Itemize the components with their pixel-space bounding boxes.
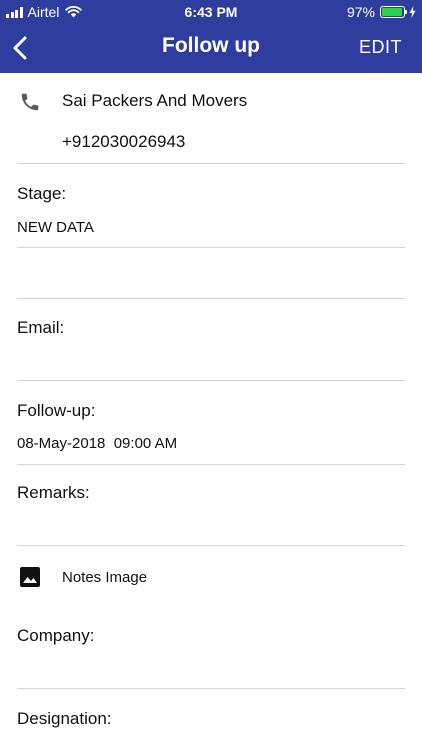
battery-icon	[380, 6, 407, 18]
image-icon[interactable]	[19, 566, 41, 588]
charging-bolt-icon	[409, 6, 416, 18]
stage-label: Stage:	[17, 184, 67, 203]
divider	[17, 380, 405, 381]
designation-label: Designation:	[17, 709, 112, 728]
status-right: 97%	[347, 4, 416, 20]
app-header: Airtel 6:43 PM 97% Follow up EDIT	[0, 0, 422, 73]
contact-phone[interactable]: +912030026943	[62, 132, 185, 152]
status-bar: Airtel 6:43 PM 97%	[0, 0, 422, 24]
divider	[17, 464, 405, 465]
divider	[17, 688, 405, 689]
divider	[17, 247, 405, 248]
notes-image-label[interactable]: Notes Image	[62, 569, 147, 586]
divider	[17, 545, 405, 546]
divider	[17, 298, 405, 299]
battery-level	[382, 8, 403, 16]
contact-name: Sai Packers And Movers	[62, 91, 248, 110]
stage-value: NEW DATA	[17, 219, 94, 236]
battery-percent: 97%	[346, 4, 375, 20]
edit-button[interactable]: EDIT	[359, 37, 402, 58]
email-label: Email:	[17, 318, 65, 337]
phone-icon[interactable]	[19, 91, 41, 113]
followup-label: Follow-up:	[17, 401, 96, 420]
company-label: Company:	[17, 626, 95, 645]
divider	[17, 163, 405, 164]
followup-datetime: 08-May-2018 09:00 AM	[17, 435, 178, 452]
remarks-label: Remarks:	[17, 483, 90, 502]
nav-bar: Follow up EDIT	[0, 24, 422, 73]
